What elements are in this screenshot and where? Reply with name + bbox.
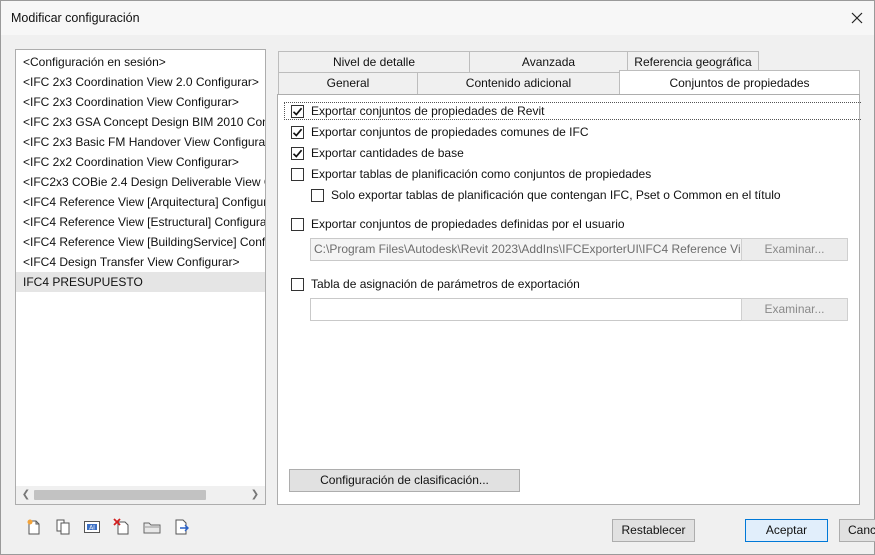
setup-list-item[interactable]: <IFC4 Reference View [BuildingService] C… [16,232,265,252]
scroll-left-icon[interactable]: ❮ [19,488,33,502]
import-setup-icon [143,522,161,534]
param-mapping-checkbox[interactable] [291,277,304,291]
export-setup-button[interactable] [171,516,193,538]
rename-setup-icon: AI [84,521,100,533]
tab-additional-content[interactable]: Contenido adicional [417,72,620,94]
setup-list-item[interactable]: <IFC 2x3 Basic FM Handover View Configur… [16,132,265,152]
param-mapping-row[interactable]: Tabla de asignación de parámetros de exp… [291,277,580,291]
dialog-title: Modificar configuración [11,11,140,25]
export-revit-psets-checkbox[interactable] [291,104,304,118]
horizontal-scrollbar[interactable]: ❮ ❯ [16,486,265,504]
setup-list-item[interactable]: <IFC 2x2 Coordination View Configurar> [16,152,265,172]
setup-list-item[interactable]: <IFC 2x3 GSA Concept Design BIM 2010 Con… [16,112,265,132]
setup-list-item[interactable]: <Configuración en sesión> [16,52,265,72]
setup-list-item[interactable]: <IFC2x3 COBie 2.4 Design Deliverable Vie… [16,172,265,192]
new-setup-button[interactable] [23,516,45,538]
export-ifc-common-row[interactable]: Exportar conjuntos de propiedades comune… [291,125,589,139]
duplicate-setup-icon [56,519,70,535]
cancel-button[interactable]: Cancelar [839,519,875,542]
only-ifc-schedules-checkbox[interactable] [311,188,324,202]
reset-button[interactable]: Restablecer [612,519,695,542]
browse-param-mapping-button[interactable]: Examinar... [741,298,848,321]
export-user-psets-checkbox[interactable] [291,217,304,231]
accept-button[interactable]: Aceptar [745,519,828,542]
delete-setup-icon [113,518,129,535]
tab-general[interactable]: General [278,72,418,94]
param-mapping-label: Tabla de asignación de parámetros de exp… [311,277,580,291]
check-icon [292,128,303,137]
export-schedules-row[interactable]: Exportar tablas de planificación como co… [291,167,651,181]
tab-detail-level[interactable]: Nivel de detalle [278,51,470,73]
setup-list-item[interactable]: <IFC4 Reference View [Estructural] Confi… [16,212,265,232]
browse-user-psets-button[interactable]: Examinar... [741,238,848,261]
check-icon [292,149,303,158]
param-mapping-path-field[interactable] [310,298,742,321]
property-sets-panel: Exportar conjuntos de propiedades de Rev… [277,94,861,505]
only-ifc-schedules-label: Solo exportar tablas de planificación qu… [331,188,781,202]
setup-list-item[interactable]: <IFC 2x3 Coordination View 2.0 Configura… [16,72,265,92]
scroll-right-icon[interactable]: ❯ [248,488,262,502]
close-button[interactable] [846,7,868,29]
rename-setup-button[interactable]: AI [81,516,103,538]
export-base-quantities-label: Exportar cantidades de base [311,146,464,160]
export-user-psets-label: Exportar conjuntos de propiedades defini… [311,217,625,231]
setup-list-item[interactable]: <IFC4 Reference View [Arquitectura] Conf… [16,192,265,212]
export-setup-icon [175,519,189,535]
setup-list-item[interactable]: IFC4 PRESUPUESTO [16,272,265,292]
export-ifc-common-label: Exportar conjuntos de propiedades comune… [311,125,589,139]
new-setup-icon [27,519,40,535]
close-icon [851,12,863,24]
check-icon [292,107,303,116]
modify-setup-dialog: Modificar configuración <Configuración e… [0,0,875,555]
setup-list-item[interactable]: <IFC 2x3 Coordination View Configurar> [16,92,265,112]
setup-list[interactable]: <Configuración en sesión> <IFC 2x3 Coordi… [15,49,266,505]
tab-advanced[interactable]: Avanzada [469,51,628,73]
only-ifc-schedules-row[interactable]: Solo exportar tablas de planificación qu… [311,188,781,202]
export-base-quantities-row[interactable]: Exportar cantidades de base [291,146,464,160]
export-user-psets-row[interactable]: Exportar conjuntos de propiedades defini… [291,217,625,231]
export-revit-psets-label: Exportar conjuntos de propiedades de Rev… [311,104,545,118]
export-base-quantities-checkbox[interactable] [291,146,304,160]
duplicate-setup-button[interactable] [52,516,74,538]
import-setup-button[interactable] [141,516,163,538]
export-ifc-common-checkbox[interactable] [291,125,304,139]
export-revit-psets-row[interactable]: Exportar conjuntos de propiedades de Rev… [291,104,544,118]
title-bar: Modificar configuración [1,1,874,35]
setup-list-item[interactable]: <IFC4 Design Transfer View Configurar> [16,252,265,272]
export-schedules-checkbox[interactable] [291,167,304,181]
svg-text:AI: AI [89,524,95,531]
scroll-thumb[interactable] [34,490,206,500]
user-psets-path-field[interactable]: C:\Program Files\Autodesk\Revit 2023\Add… [310,238,742,261]
delete-setup-button[interactable] [111,516,133,538]
export-schedules-label: Exportar tablas de planificación como co… [311,167,652,181]
tab-property-sets[interactable]: Conjuntos de propiedades [619,70,860,94]
classification-settings-button[interactable]: Configuración de clasificación... [289,469,520,492]
